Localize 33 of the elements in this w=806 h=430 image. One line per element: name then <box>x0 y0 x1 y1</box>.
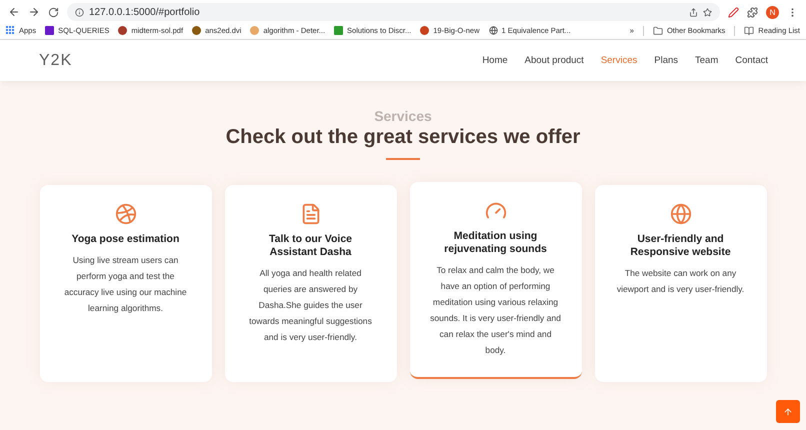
address-bar[interactable]: 127.0.0.1:5000/#portfolio <box>67 3 720 21</box>
nav-link[interactable]: Home <box>482 55 508 66</box>
card-title: Talk to our Voice Assistant Dasha <box>268 233 354 259</box>
star-icon[interactable] <box>703 8 712 16</box>
nav-link[interactable]: Team <box>695 55 718 66</box>
back-to-top-button[interactable] <box>776 400 800 423</box>
logo[interactable]: Y2K <box>39 52 466 70</box>
section-eyebrow: Services <box>374 108 432 124</box>
globe-icon <box>670 203 692 225</box>
card-text: To relax and calm the body, we have an option of performing meditation using various relaxing sounds. It is very user-friendly and can relax the user's mind and body. <box>430 264 562 357</box>
card-text: All yoga and health related queries are answered by Dasha.She guides the user towards meaningful suggestions and is very user-friendly. <box>248 267 373 344</box>
basketball-icon <box>114 203 136 225</box>
reload-icon[interactable] <box>48 6 59 18</box>
nav-link[interactable]: Plans <box>654 55 678 66</box>
arrow-up-icon <box>783 406 793 416</box>
url-text: 127.0.0.1:5000/#portfolio <box>89 6 201 18</box>
forward-icon[interactable] <box>28 6 40 18</box>
puzzle-icon[interactable] <box>747 6 758 18</box>
folder-icon <box>652 26 663 36</box>
card-title: Meditation using rejuvenating sounds <box>443 230 548 256</box>
profile-avatar[interactable]: N <box>766 6 779 18</box>
nav-link[interactable]: About product <box>524 55 584 66</box>
book-icon <box>744 26 754 36</box>
info-icon[interactable] <box>75 8 84 16</box>
section-title: Check out the great services we offer <box>226 126 580 149</box>
share-icon[interactable] <box>689 8 698 16</box>
card-text: The website can work on any viewport and is very user-friendly. <box>616 267 746 296</box>
card-title: User-friendly and Responsive website <box>629 233 732 259</box>
card-title: Yoga pose estimation <box>72 233 180 246</box>
nav-link[interactable]: Contact <box>735 55 768 66</box>
back-icon[interactable] <box>8 6 20 18</box>
pen-icon[interactable] <box>728 6 739 18</box>
card-text: Using live stream users can perform yoga and test the accuracy live using our machine learning algorithms. <box>63 254 188 315</box>
